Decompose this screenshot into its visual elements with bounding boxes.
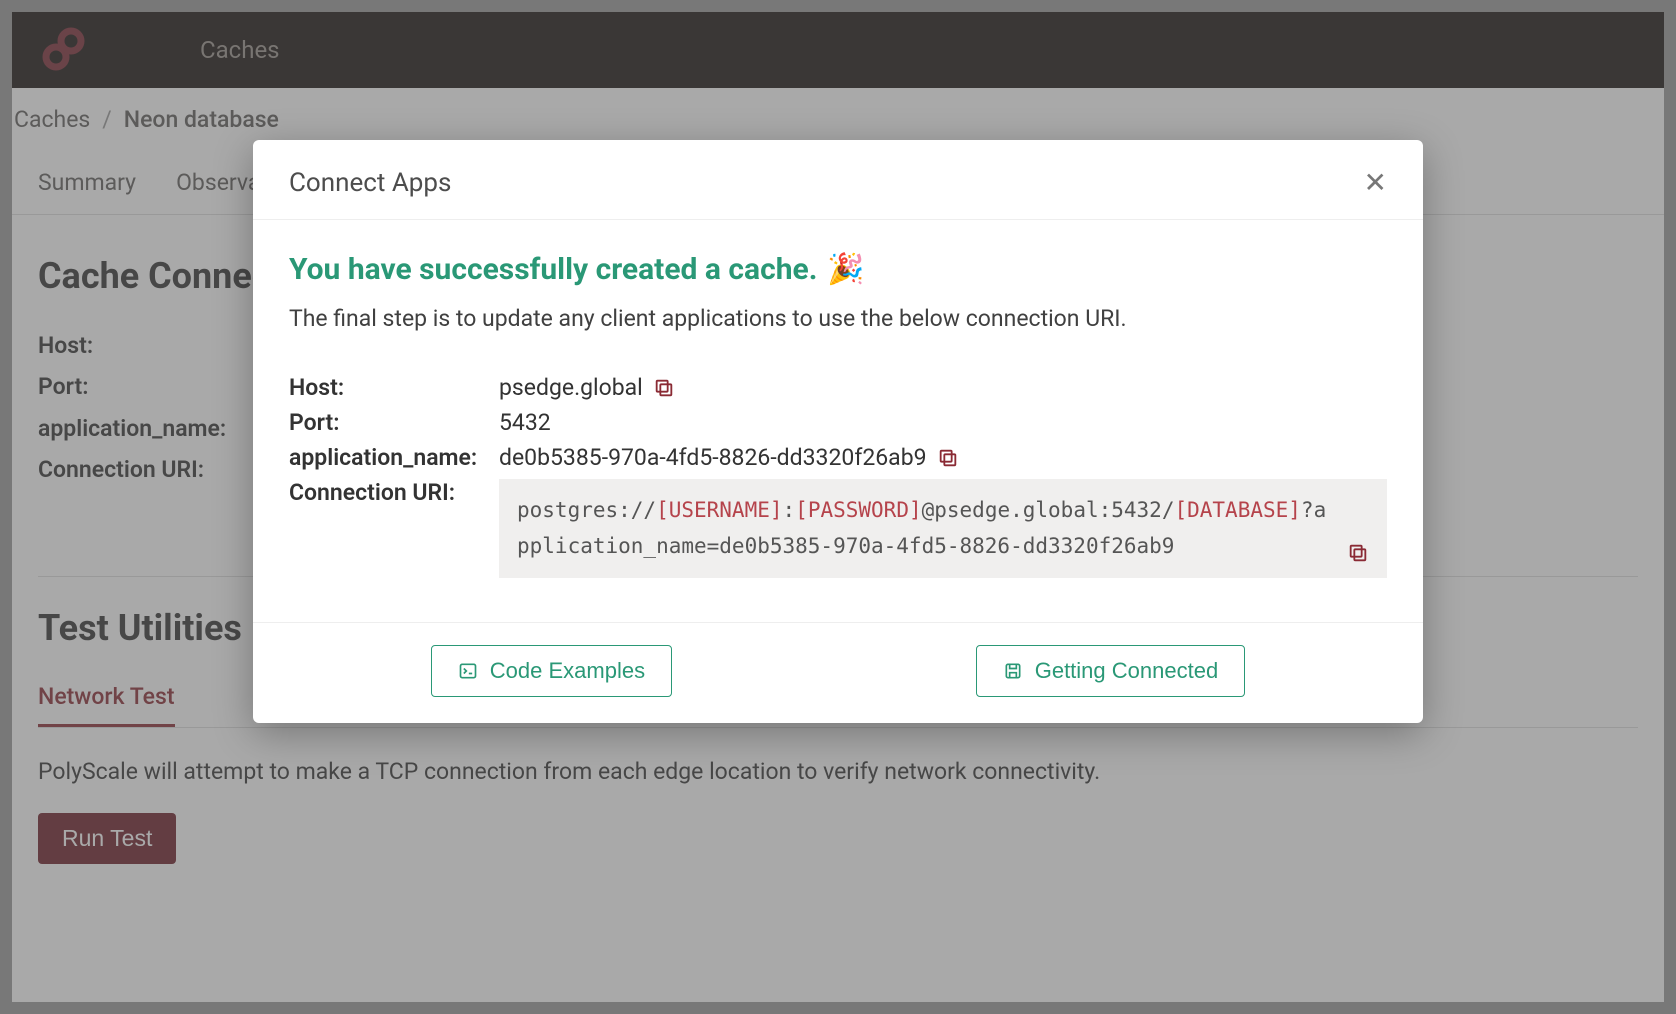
modal-appname-label: application_name: — [289, 444, 499, 471]
modal-overlay[interactable]: Connect Apps ✕ You have successfully cre… — [0, 0, 1676, 1014]
modal-connection-details: Host: psedge.global Port: 5432 applicati… — [289, 374, 1387, 578]
modal-uri-label: Connection URI: — [289, 479, 499, 506]
copy-icon[interactable] — [653, 377, 675, 399]
close-icon[interactable]: ✕ — [1364, 166, 1387, 199]
modal-uri-text: postgres://[USERNAME]:[PASSWORD]@psedge.… — [517, 493, 1335, 564]
modal-header: Connect Apps ✕ — [253, 140, 1423, 220]
success-headline: You have successfully created a cache. 🎉 — [289, 252, 1387, 287]
modal-port-value: 5432 — [499, 409, 551, 436]
getting-connected-button[interactable]: Getting Connected — [976, 645, 1245, 697]
modal-uri-block: postgres://[USERNAME]:[PASSWORD]@psedge.… — [499, 479, 1387, 578]
code-examples-button[interactable]: Code Examples — [431, 645, 672, 697]
copy-icon[interactable] — [1347, 542, 1369, 564]
modal-host-value: psedge.global — [499, 374, 643, 401]
copy-icon[interactable] — [937, 447, 959, 469]
modal-port-label: Port: — [289, 409, 499, 436]
save-icon — [1003, 661, 1023, 681]
modal-host-label: Host: — [289, 374, 499, 401]
modal-title: Connect Apps — [289, 168, 451, 198]
connect-apps-modal: Connect Apps ✕ You have successfully cre… — [253, 140, 1423, 723]
modal-footer: Code Examples Getting Connected — [253, 622, 1423, 723]
modal-appname-value: de0b5385-970a-4fd5-8826-dd3320f26ab9 — [499, 444, 927, 471]
party-popper-icon: 🎉 — [827, 252, 864, 287]
terminal-icon — [458, 661, 478, 681]
success-subtext: The final step is to update any client a… — [289, 305, 1387, 332]
modal-body: You have successfully created a cache. 🎉… — [253, 220, 1423, 622]
